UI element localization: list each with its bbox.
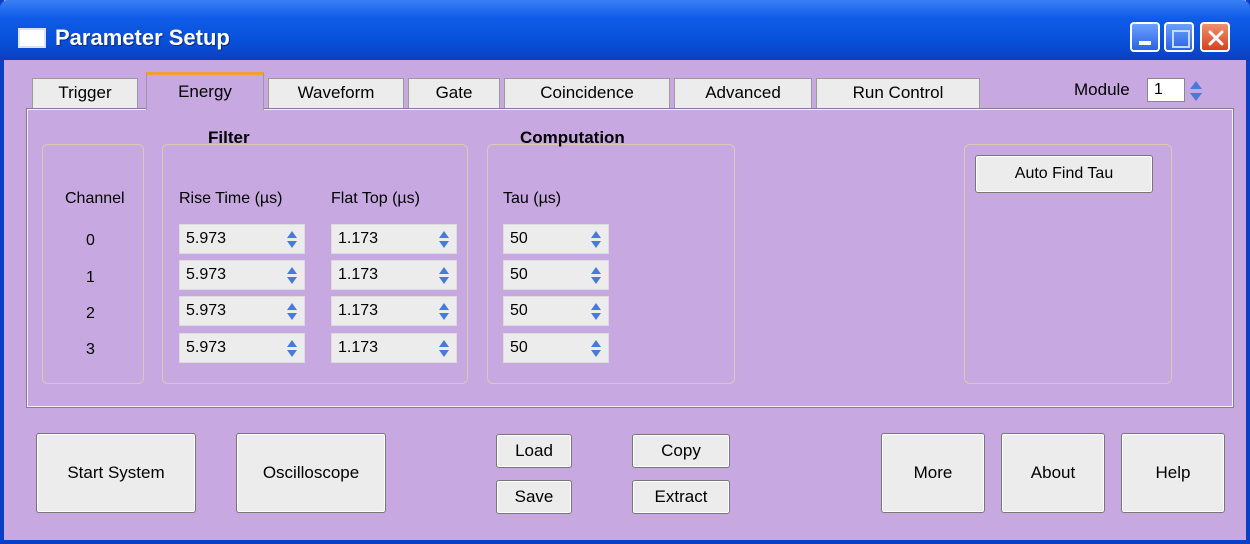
channel-label: 3 (86, 341, 95, 358)
spin-arrows-icon[interactable] (286, 266, 298, 285)
module-value: 1 (1154, 81, 1163, 98)
rise-time-field[interactable]: 5.973 (179, 224, 305, 254)
window-icon (18, 28, 46, 48)
tau-value: 50 (510, 302, 528, 319)
channel-label: 1 (86, 269, 95, 286)
minimize-button[interactable] (1130, 22, 1160, 52)
spin-arrows-icon[interactable] (286, 302, 298, 321)
window-title: Parameter Setup (55, 25, 230, 50)
tab-run-control[interactable]: Run Control (816, 78, 980, 108)
rise-time-value: 5.973 (186, 266, 227, 283)
flat-top-value: 1.173 (338, 302, 379, 319)
close-icon (1208, 30, 1224, 46)
tau-field[interactable]: 50 (503, 260, 609, 290)
tab-waveform[interactable]: Waveform (268, 78, 404, 108)
spin-arrows-icon[interactable] (286, 339, 298, 358)
rise-time-value: 5.973 (186, 339, 227, 356)
help-button[interactable]: Help (1121, 433, 1225, 513)
spin-arrows-icon[interactable] (590, 266, 602, 285)
tab-advanced[interactable]: Advanced (674, 78, 812, 108)
tau-field[interactable]: 50 (503, 333, 609, 363)
flat-top-header: Flat Top (µs) (331, 190, 420, 207)
channel-header: Channel (65, 190, 125, 207)
close-button[interactable] (1200, 22, 1230, 52)
spin-arrows-icon[interactable] (438, 266, 450, 285)
module-spinner[interactable]: 1 (1147, 78, 1185, 102)
flat-top-field[interactable]: 1.173 (331, 333, 457, 363)
save-button[interactable]: Save (496, 480, 572, 514)
oscilloscope-button[interactable]: Oscilloscope (236, 433, 386, 513)
start-system-button[interactable]: Start System (36, 433, 196, 513)
tau-value: 50 (510, 339, 528, 356)
flat-top-field[interactable]: 1.173 (331, 260, 457, 290)
flat-top-value: 1.173 (338, 339, 379, 356)
flat-top-value: 1.173 (338, 266, 379, 283)
tau-value: 50 (510, 266, 528, 283)
tab-coincidence[interactable]: Coincidence (504, 78, 670, 108)
spin-arrows-icon[interactable] (590, 230, 602, 249)
tau-field[interactable]: 50 (503, 296, 609, 326)
rise-time-field[interactable]: 5.973 (179, 296, 305, 326)
rise-time-value: 5.973 (186, 302, 227, 319)
flat-top-field[interactable]: 1.173 (331, 296, 457, 326)
spin-arrows-icon[interactable] (590, 302, 602, 321)
tau-value: 50 (510, 230, 528, 247)
module-label: Module (1074, 80, 1130, 99)
load-button[interactable]: Load (496, 434, 572, 468)
channel-label: 2 (86, 305, 95, 322)
copy-button[interactable]: Copy (632, 434, 730, 468)
tau-header: Tau (µs) (503, 190, 562, 207)
spin-arrows-icon[interactable] (438, 339, 450, 358)
maximize-button[interactable] (1164, 22, 1194, 52)
rise-time-field[interactable]: 5.973 (179, 333, 305, 363)
about-button[interactable]: About (1001, 433, 1105, 513)
extract-button[interactable]: Extract (632, 480, 730, 514)
auto-find-tau-button[interactable]: Auto Find Tau (975, 155, 1153, 193)
filter-title: Filter (208, 128, 250, 147)
flat-top-field[interactable]: 1.173 (331, 224, 457, 254)
tab-energy[interactable]: Energy (146, 72, 264, 110)
computation-title: Computation (520, 128, 625, 147)
flat-top-value: 1.173 (338, 230, 379, 247)
spin-arrows-icon[interactable] (438, 302, 450, 321)
module-spin-arrows-icon[interactable] (1189, 80, 1203, 102)
rise-time-field[interactable]: 5.973 (179, 260, 305, 290)
parameter-setup-window: Parameter Setup Trigger Energy Waveform … (0, 0, 1250, 544)
spin-arrows-icon[interactable] (590, 339, 602, 358)
tab-gate[interactable]: Gate (408, 78, 500, 108)
tab-trigger[interactable]: Trigger (32, 78, 138, 108)
rise-time-value: 5.973 (186, 230, 227, 247)
more-button[interactable]: More (881, 433, 985, 513)
tau-field[interactable]: 50 (503, 224, 609, 254)
spin-arrows-icon[interactable] (438, 230, 450, 249)
channel-label: 0 (86, 232, 95, 249)
rise-time-header: Rise Time (µs) (179, 190, 283, 207)
title-bar[interactable]: Parameter Setup (0, 0, 1250, 60)
spin-arrows-icon[interactable] (286, 230, 298, 249)
